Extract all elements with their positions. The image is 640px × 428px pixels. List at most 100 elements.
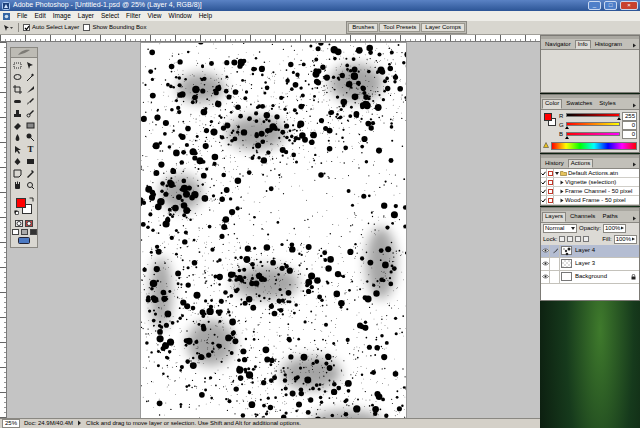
paint-dot: [367, 69, 369, 71]
menu-item[interactable]: View: [148, 12, 162, 20]
menu-item[interactable]: Help: [199, 12, 212, 20]
paint-dot: [228, 296, 229, 297]
paint-dot: [215, 227, 217, 229]
paint-dot: [306, 294, 308, 296]
paint-dot: [319, 72, 321, 74]
checkbox-option[interactable]: Auto Select Layer: [23, 24, 79, 31]
paint-dot: [363, 261, 365, 263]
paint-dot: [367, 109, 369, 111]
paint-dot: [372, 100, 374, 102]
paint-dot: [261, 265, 263, 267]
paint-dot: [327, 128, 333, 134]
paint-dot: [217, 344, 222, 349]
paint-dot: [267, 300, 269, 302]
maximize-button[interactable]: □: [604, 1, 617, 10]
paint-dot: [336, 133, 338, 135]
paint-dot: [339, 118, 341, 120]
paint-dot: [273, 346, 275, 348]
paint-dot: [335, 271, 341, 277]
paint-dot: [221, 238, 223, 240]
paint-dot: [284, 401, 286, 403]
paint-dot: [239, 218, 241, 220]
menu-item[interactable]: Edit: [34, 12, 45, 20]
paint-dot: [204, 84, 206, 86]
palette-well-tab[interactable]: Layer Comps: [421, 23, 465, 32]
paint-dot: [283, 302, 284, 303]
paint-dot: [261, 165, 262, 166]
paint-dot: [331, 282, 332, 283]
paint-dot: [300, 282, 302, 284]
menu-item[interactable]: Filter: [126, 12, 140, 20]
paint-dot: [308, 122, 310, 124]
paint-dot: [217, 164, 219, 166]
paint-dot: [290, 262, 292, 264]
checkbox-option[interactable]: Show Bounding Box: [83, 24, 146, 31]
paint-dot: [347, 101, 349, 103]
paint-dot: [266, 190, 268, 192]
checkbox[interactable]: [23, 24, 30, 31]
paint-dot: [314, 58, 318, 62]
paint-dot: [253, 224, 254, 225]
paint-dot: [311, 268, 313, 270]
paint-dot: [177, 321, 179, 323]
paint-dot: [270, 170, 271, 171]
paint-dot: [372, 94, 373, 95]
menu-item[interactable]: Layer: [78, 12, 94, 20]
paint-dot: [256, 158, 258, 160]
paint-dot: [358, 64, 360, 66]
paint-dot: [200, 320, 202, 322]
checkbox[interactable]: [83, 24, 90, 31]
paint-dot: [313, 158, 314, 159]
menu-item[interactable]: Window: [169, 12, 192, 20]
paint-dot: [265, 118, 268, 121]
paint-dot: [253, 144, 255, 146]
paint-dot: [251, 84, 253, 86]
paint-dot: [165, 184, 168, 187]
paint-dot: [335, 116, 337, 118]
paint-dot: [338, 117, 341, 120]
palette-well-tab[interactable]: Tool Presets: [379, 23, 420, 32]
paint-dot: [335, 298, 337, 300]
paint-dot: [365, 75, 367, 77]
paint-dot: [250, 262, 255, 267]
menu-item[interactable]: Image: [53, 12, 71, 20]
paint-dot: [212, 106, 214, 108]
paint-dot: [166, 171, 168, 173]
paint-dot: [388, 63, 391, 66]
paint-dot: [350, 45, 352, 47]
paint-dot: [340, 66, 342, 68]
paint-dot: [318, 253, 320, 255]
paint-dot: [326, 305, 327, 306]
paint-dot: [405, 82, 406, 84]
paint-dot: [163, 221, 170, 228]
paint-dot: [173, 207, 174, 208]
paint-dot: [196, 135, 199, 138]
paint-dot: [167, 83, 169, 85]
paint-dot: [259, 276, 264, 281]
paint-dot: [267, 135, 269, 137]
paint-dot: [224, 60, 229, 65]
paint-dot: [274, 370, 276, 372]
paint-dot: [326, 160, 328, 162]
paint-dot: [365, 160, 368, 163]
paint-dot: [233, 97, 235, 99]
paint-dot: [271, 150, 273, 152]
paint-dot: [340, 247, 342, 249]
paint-dot: [247, 168, 249, 170]
paint-dot: [181, 179, 186, 184]
paint-dot: [393, 80, 396, 83]
paint-dot: [203, 143, 209, 149]
close-button[interactable]: ×: [620, 1, 638, 10]
check-icon: [24, 25, 30, 31]
palette-well-tab[interactable]: Brushes: [348, 23, 378, 32]
menu-item[interactable]: File: [17, 12, 27, 20]
paint-dot: [301, 254, 303, 256]
document-canvas[interactable]: [141, 43, 406, 418]
paint-dot: [367, 86, 369, 88]
paint-dot: [194, 151, 198, 155]
paint-dot: [341, 99, 348, 106]
paint-dot: [249, 83, 251, 85]
paint-dot: [298, 153, 300, 155]
menu-item[interactable]: Select: [101, 12, 119, 20]
minimize-button[interactable]: _: [588, 1, 601, 10]
